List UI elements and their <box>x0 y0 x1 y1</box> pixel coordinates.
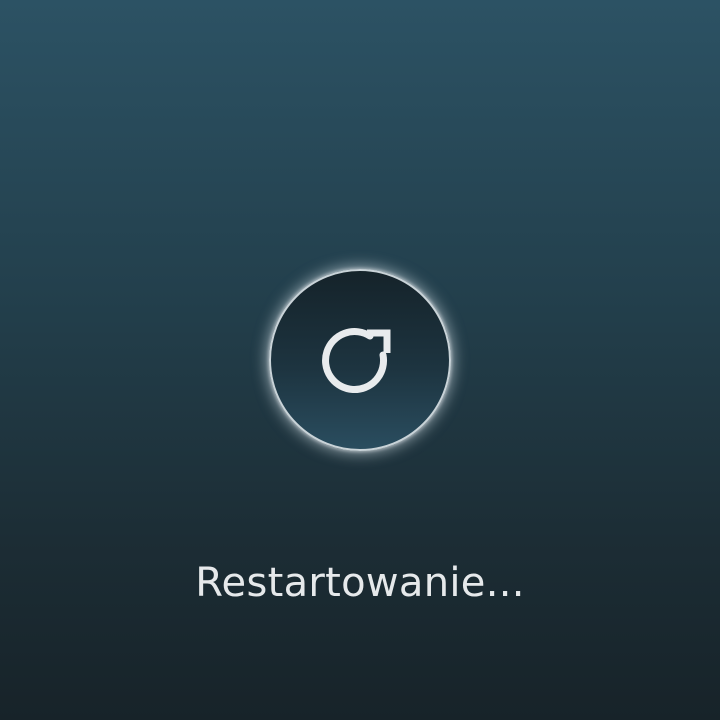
status-message: Restartowanie... <box>195 560 525 606</box>
restart-screen: Restartowanie... <box>0 0 720 720</box>
restart-indicator <box>269 269 451 451</box>
restart-icon <box>322 328 391 393</box>
